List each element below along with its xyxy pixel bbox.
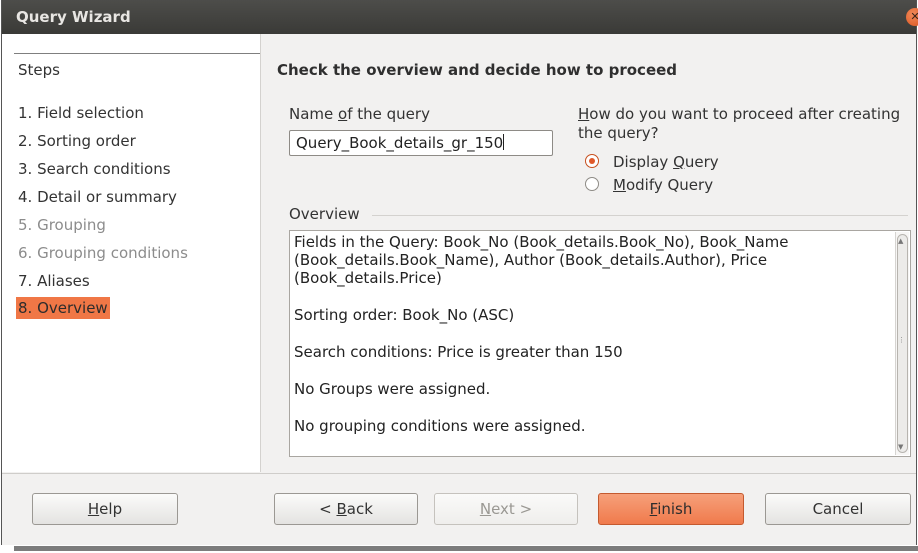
step-aliases[interactable]: 7. Aliases bbox=[18, 270, 92, 292]
overview-fields: Fields in the Query: Book_No (Book_detai… bbox=[294, 233, 789, 287]
next-button[interactable]: Next > bbox=[434, 493, 578, 525]
step-sorting-order[interactable]: 2. Sorting order bbox=[18, 130, 138, 152]
finish-button[interactable]: Finish bbox=[598, 493, 744, 525]
query-name-label: Name of the query bbox=[289, 105, 430, 123]
scroll-down-icon[interactable]: ▼ bbox=[898, 443, 903, 451]
back-button[interactable]: < Back bbox=[274, 493, 418, 525]
step-detail-or-summary[interactable]: 4. Detail or summary bbox=[18, 186, 179, 208]
radio-selected-icon[interactable] bbox=[585, 154, 599, 168]
overview-search: Search conditions: Price is greater than… bbox=[294, 343, 623, 361]
close-icon[interactable]: ✕ bbox=[906, 8, 918, 26]
overview-groups: No Groups were assigned. bbox=[294, 380, 491, 398]
title-bar[interactable]: Query Wizard ✕ bbox=[2, 0, 918, 34]
scroll-grip-icon: ⋮ bbox=[898, 336, 905, 344]
query-wizard-dialog: Query Wizard ✕ Steps 1. Field selection … bbox=[1, 0, 918, 545]
scroll-up-icon[interactable]: ▲ bbox=[898, 237, 903, 245]
query-name-input[interactable]: Query_Book_details_gr_150 bbox=[289, 130, 553, 156]
cancel-button[interactable]: Cancel bbox=[765, 493, 911, 525]
overview-textarea[interactable]: Fields in the Query: Book_No (Book_detai… bbox=[289, 230, 911, 457]
overview-scrollbar[interactable]: ▲ ⋮ ▼ bbox=[895, 232, 909, 455]
overview-divider bbox=[372, 215, 908, 216]
step-search-conditions[interactable]: 3. Search conditions bbox=[18, 158, 173, 180]
step-field-selection[interactable]: 1. Field selection bbox=[18, 102, 146, 124]
button-bar-divider bbox=[2, 473, 916, 474]
overview-label: Overview bbox=[289, 205, 360, 223]
sidebar-divider bbox=[14, 53, 260, 54]
page-heading: Check the overview and decide how to pro… bbox=[277, 61, 678, 79]
window-title: Query Wizard bbox=[16, 8, 131, 26]
step-grouping-conditions: 6. Grouping conditions bbox=[18, 244, 188, 262]
steps-heading: Steps bbox=[18, 61, 60, 79]
window-bottom-edge bbox=[14, 546, 918, 551]
overview-grouping-conditions: No grouping conditions were assigned. bbox=[294, 417, 586, 435]
help-button[interactable]: Help bbox=[32, 493, 178, 525]
steps-sidebar: Steps 1. Field selection 2. Sorting orde… bbox=[2, 34, 261, 472]
overview-sorting: Sorting order: Book_No (ASC) bbox=[294, 306, 515, 324]
radio-unselected-icon[interactable] bbox=[585, 177, 599, 191]
step-overview[interactable]: 8. Overview bbox=[16, 297, 110, 319]
step-grouping: 5. Grouping bbox=[18, 216, 106, 234]
overview-text: Fields in the Query: Book_No (Book_detai… bbox=[294, 233, 892, 454]
proceed-label: How do you want to proceed after creatin… bbox=[578, 105, 901, 142]
